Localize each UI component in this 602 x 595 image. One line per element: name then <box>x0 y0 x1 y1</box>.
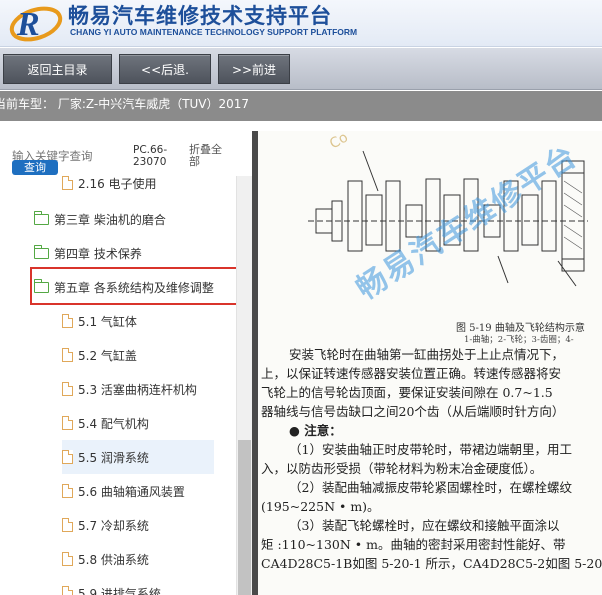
doc-line: 入，以防齿形受损（带轮材料为粉末冶金硬度低）。 <box>261 461 543 476</box>
page-icon <box>62 450 73 464</box>
page-icon <box>62 552 73 566</box>
app-header: R 畅易汽车维修技术支持平台 CHANG YI AUTO MAINTENANCE… <box>0 0 602 47</box>
home-button[interactable]: 返回主目录 <box>3 54 112 84</box>
tree-item-label: 5.7 冷却系统 <box>78 518 149 533</box>
tree-item-label: 5.5 润滑系统 <box>78 450 149 465</box>
tree-item-5-3[interactable]: 5.3 活塞曲柄连杆机构 <box>62 372 214 406</box>
doc-line: （1）安装曲轴正时皮带轮时，带裙边端朝里，用工 <box>289 442 572 457</box>
document-text: 安装飞轮时在曲轴第一缸曲拐处于上止点情况下， 上，以保证转速传感器安装位置正确。… <box>261 345 602 573</box>
tree-item-label: 5.3 活塞曲柄连杆机构 <box>78 382 197 397</box>
folder-icon <box>34 244 49 259</box>
tree-item-label: 5.2 气缸盖 <box>78 348 137 363</box>
forward-button[interactable]: >>前进 <box>218 54 290 84</box>
doc-line: 飞轮上的信号轮齿顶面，要保证安装间隙在 0.7~1.5 <box>261 385 553 400</box>
sidebar: 查询 PC.66-23070 折叠全部 2.16 电子使用 第三章 柴油机的磨合… <box>0 131 252 595</box>
collapse-all-button[interactable]: 折叠全部 <box>189 144 231 168</box>
doc-line: （2）装配曲轴减振皮带轮紧固螺栓时，在螺栓螺纹 <box>289 480 572 495</box>
page-icon <box>62 176 73 190</box>
doc-line: 安装飞轮时在曲轴第一缸曲拐处于上止点情况下， <box>289 347 565 362</box>
tree-item-chapter-3[interactable]: 第三章 柴油机的磨合 <box>34 202 234 236</box>
search-button[interactable]: 查询 <box>12 160 58 175</box>
tree-item-5-9[interactable]: 5.9 进排气系统 <box>62 576 214 595</box>
tree-item-label: 5.1 气缸体 <box>78 314 137 329</box>
current-model-text: 当前车型： 厂家:Z-中兴汽车威虎（TUV）2017 <box>0 97 250 111</box>
spacer <box>0 121 602 131</box>
tree-item-label: 第四章 技术保养 <box>54 246 142 261</box>
tree-item-label: 5.9 进排气系统 <box>78 586 161 595</box>
sidebar-scrollbar[interactable] <box>236 176 252 595</box>
chang-yi-logo-icon: R <box>9 6 63 42</box>
doc-line: 器轴线与信号齿缺口之间20个齿（从后端顺时针方向） <box>261 404 565 419</box>
doc-line: (195~225N • m)。 <box>261 499 380 514</box>
page-icon <box>62 586 73 595</box>
tree-item-5-1[interactable]: 5.1 气缸体 <box>62 304 214 338</box>
svg-text:R: R <box>16 6 40 42</box>
page-icon <box>62 348 73 362</box>
app-subtitle: CHANG YI AUTO MAINTENANCE TECHNOLOGY SUP… <box>70 27 358 37</box>
back-button[interactable]: <<后退. <box>119 54 211 84</box>
doc-line: CA4D28C5-1B如图 5-20-1 所示，CA4D28C5-2如图 5-2… <box>261 556 602 571</box>
tree-item-label: 5.8 供油系统 <box>78 552 149 567</box>
page-icon <box>62 382 73 396</box>
tree-item-5-7[interactable]: 5.7 冷却系统 <box>62 508 214 542</box>
tree-item-label: 5.6 曲轴箱通风装置 <box>78 484 185 499</box>
tree-item-5-5[interactable]: 5.5 润滑系统 <box>62 440 214 474</box>
page-icon <box>62 484 73 498</box>
doc-line: 上，以保证转速传感器安装位置正确。转速传感器将安 <box>261 366 562 381</box>
tree-item-chapter-4[interactable]: 第四章 技术保养 <box>34 236 234 270</box>
svg-text:Co: Co <box>327 131 351 152</box>
pc-code-label: PC.66-23070 <box>133 144 168 168</box>
tree-item-5-8[interactable]: 5.8 供油系统 <box>62 542 214 576</box>
doc-note-heading: ● 注意： <box>289 423 342 438</box>
tree-item-label: 第三章 柴油机的磨合 <box>54 212 166 227</box>
tree-item-label: 5.4 配气机构 <box>78 416 149 431</box>
tree-item-partial[interactable]: 2.16 电子使用 <box>62 176 214 200</box>
page-icon <box>62 416 73 430</box>
page-icon <box>62 314 73 328</box>
tree-item-label: 第五章 各系统结构及维修调整 <box>54 280 214 295</box>
figure-caption: 图 5-19 曲轴及飞轮结构示意 <box>456 323 585 334</box>
tree-item-label: 2.16 电子使用 <box>78 176 157 191</box>
tree-item-chapter-5[interactable]: 第五章 各系统结构及维修调整 <box>34 270 234 304</box>
chapter-tree: 2.16 电子使用 第三章 柴油机的磨合 第四章 技术保养 第五章 各系统结构及… <box>0 176 236 595</box>
app-title: 畅易汽车维修技术支持平台 <box>68 4 332 28</box>
tree-item-5-2[interactable]: 5.2 气缸盖 <box>62 338 214 372</box>
navigation-bar: 返回主目录 <<后退. >>前进 <box>0 48 602 90</box>
folder-icon <box>34 210 49 225</box>
doc-line: （3）装配飞轮螺栓时，应在螺纹和接触平面涂以 <box>289 518 560 533</box>
scrollbar-thumb[interactable] <box>238 440 251 595</box>
document-viewer: Co 图 5-19 曲轴及飞轮结构示意 1-曲轴；2-飞轮；3-齿圈；4- 安装… <box>258 131 602 595</box>
tree-item-5-4[interactable]: 5.4 配气机构 <box>62 406 214 440</box>
doc-line: 矩 :110~130N • m。曲轴的密封采用密封性能好、带 <box>261 537 566 552</box>
folder-open-icon <box>34 278 49 293</box>
crankshaft-figure: Co <box>308 131 588 287</box>
tree-item-5-6[interactable]: 5.6 曲轴箱通风装置 <box>62 474 214 508</box>
page-icon <box>62 518 73 532</box>
current-model-bar: 当前车型： 厂家:Z-中兴汽车威虎（TUV）2017 <box>0 91 602 121</box>
search-row: 查询 PC.66-23070 折叠全部 <box>0 131 252 176</box>
figure-subcaption: 1-曲轴；2-飞轮；3-齿圈；4- <box>464 335 574 345</box>
